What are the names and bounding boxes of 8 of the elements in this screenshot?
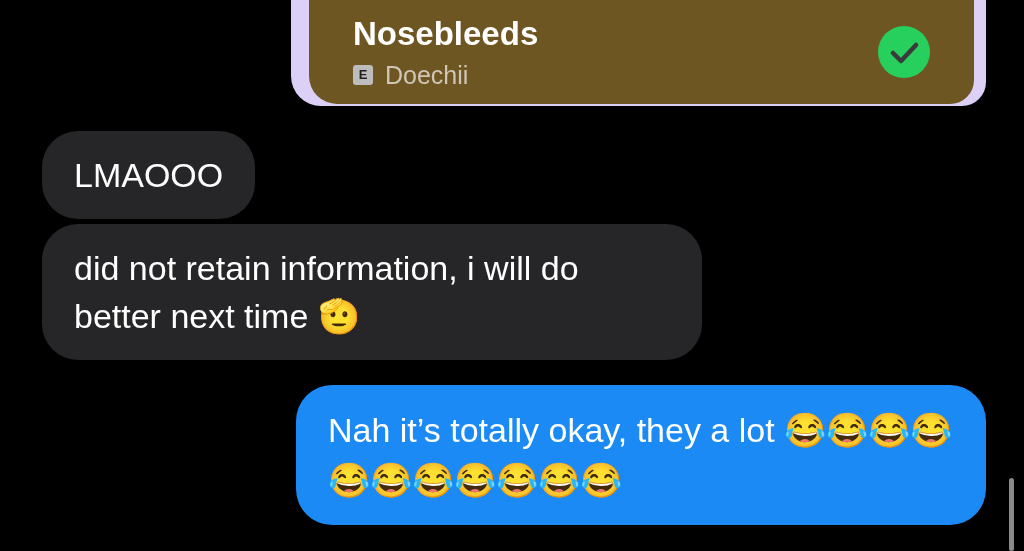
checkmark-icon[interactable]: [878, 26, 930, 78]
message-bubble: did not retain information, i will do better next time 🫡: [42, 224, 702, 360]
scrollbar[interactable]: [1009, 478, 1014, 551]
message-bubble: Nah it’s totally okay, they a lot 😂😂😂😂😂😂😂😂😂😂😂: [296, 385, 986, 525]
explicit-badge: E: [353, 65, 373, 85]
song-title: Nosebleeds: [353, 14, 540, 54]
message-bubble: LMAOOO: [42, 131, 256, 219]
artist-name: Doechii: [385, 60, 469, 90]
